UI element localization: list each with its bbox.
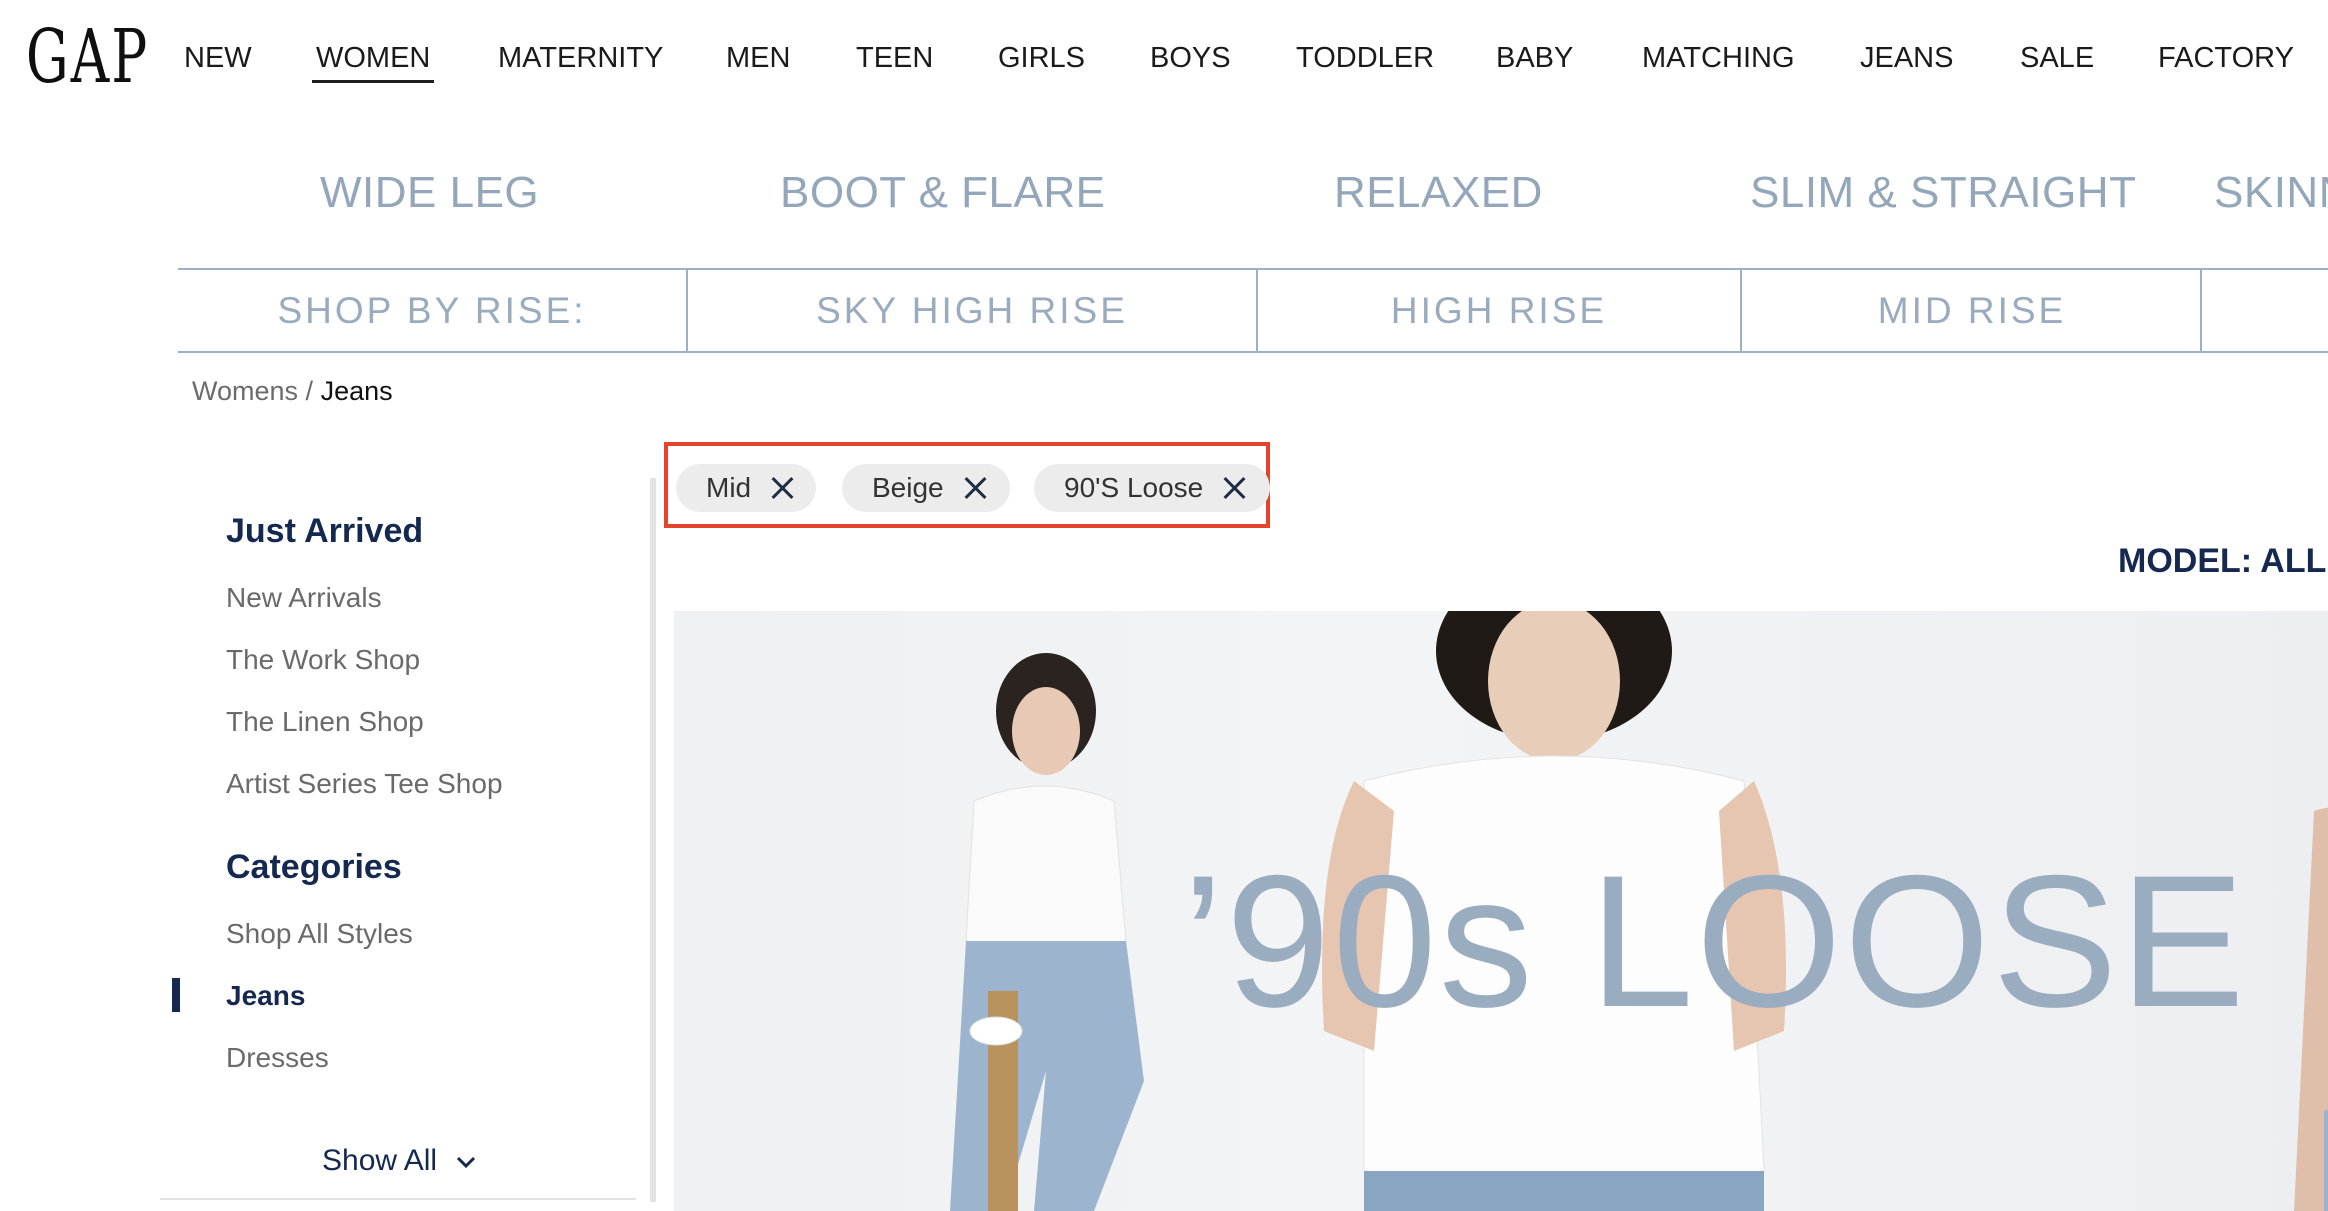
nav-maternity[interactable]: MATERNITY — [498, 42, 663, 75]
show-all-label: Show All — [322, 1144, 438, 1177]
filter-chip-label: Beige — [872, 472, 944, 503]
rise-label: SHOP BY RISE: — [277, 289, 587, 331]
shop-by-rise-bar: SHOP BY RISE: SKY HIGH RISE HIGH RISE MI… — [178, 268, 2328, 353]
nav-teen[interactable]: TEEN — [856, 42, 933, 75]
rise-divider — [2200, 270, 2202, 351]
rise-sky-high[interactable]: SKY HIGH RISE — [688, 270, 1256, 351]
sidebar-item-new-arrivals[interactable]: New Arrivals — [226, 582, 382, 614]
rise-mid[interactable]: MID RISE — [1742, 270, 2202, 351]
nav-men[interactable]: MEN — [726, 42, 790, 75]
breadcrumb-separator: / — [298, 376, 321, 406]
rise-high[interactable]: HIGH RISE — [1258, 270, 1740, 351]
nav-boys[interactable]: BOYS — [1150, 42, 1231, 75]
gap-logo[interactable]: GAP — [26, 20, 149, 94]
sidebar-item-work-shop[interactable]: The Work Shop — [226, 644, 420, 676]
sidebar-active-marker — [172, 978, 180, 1012]
sidebar-item-dresses[interactable]: Dresses — [226, 1042, 329, 1074]
chevron-down-icon — [457, 1157, 476, 1169]
filter-chip-label: Mid — [706, 472, 752, 503]
nav-baby[interactable]: BABY — [1496, 42, 1573, 75]
filter-chip-beige[interactable]: Beige — [842, 464, 1010, 512]
style-boot-flare[interactable]: BOOT & FLARE — [780, 168, 1106, 218]
sidebar-heading-just-arrived: Just Arrived — [226, 512, 424, 550]
nav-new[interactable]: NEW — [184, 42, 252, 75]
filter-chip-90s-loose[interactable]: 90'S Loose — [1034, 464, 1270, 512]
nav-girls[interactable]: GIRLS — [998, 42, 1085, 75]
style-slim-straight[interactable]: SLIM & STRAIGHT — [1750, 168, 2136, 218]
nav-factory[interactable]: FACTORY — [2158, 42, 2294, 75]
style-skinny[interactable]: SKINN — [2214, 168, 2328, 218]
sidebar-divider — [160, 1198, 636, 1200]
nav-women[interactable]: WOMEN — [316, 42, 430, 75]
show-all-button[interactable]: Show All — [322, 1144, 477, 1178]
filter-chip-label: 90'S Loose — [1064, 472, 1204, 503]
breadcrumb-womens[interactable]: Womens — [192, 376, 298, 406]
style-wide-leg[interactable]: WIDE LEG — [320, 168, 539, 218]
sidebar-item-shop-all-styles[interactable]: Shop All Styles — [226, 918, 413, 950]
filter-chip-mid[interactable]: Mid — [676, 464, 816, 512]
nav-toddler[interactable]: TODDLER — [1296, 42, 1434, 75]
sidebar-item-linen-shop[interactable]: The Linen Shop — [226, 706, 424, 738]
nav-jeans[interactable]: JEANS — [1860, 42, 1953, 75]
close-icon[interactable] — [769, 475, 795, 501]
sidebar-item-artist-series[interactable]: Artist Series Tee Shop — [226, 768, 503, 800]
breadcrumb: Womens / Jeans — [192, 376, 393, 407]
model-toggle[interactable]: MODEL: ALL — [2118, 542, 2326, 581]
close-icon[interactable] — [962, 475, 988, 501]
sidebar-item-jeans[interactable]: Jeans — [226, 980, 305, 1012]
style-relaxed[interactable]: RELAXED — [1334, 168, 1543, 218]
breadcrumb-current: Jeans — [320, 376, 393, 406]
hero-banner[interactable]: ’90s LOOSE — [674, 611, 2328, 1211]
nav-sale[interactable]: SALE — [2020, 42, 2094, 75]
nav-matching[interactable]: MATCHING — [1642, 42, 1795, 75]
sidebar-heading-categories: Categories — [226, 848, 402, 886]
sidebar-scrollbar[interactable] — [650, 478, 656, 1202]
nav-active-underline — [312, 80, 434, 83]
close-icon[interactable] — [1221, 475, 1247, 501]
hero-headline: ’90s LOOSE — [1182, 836, 2247, 1046]
